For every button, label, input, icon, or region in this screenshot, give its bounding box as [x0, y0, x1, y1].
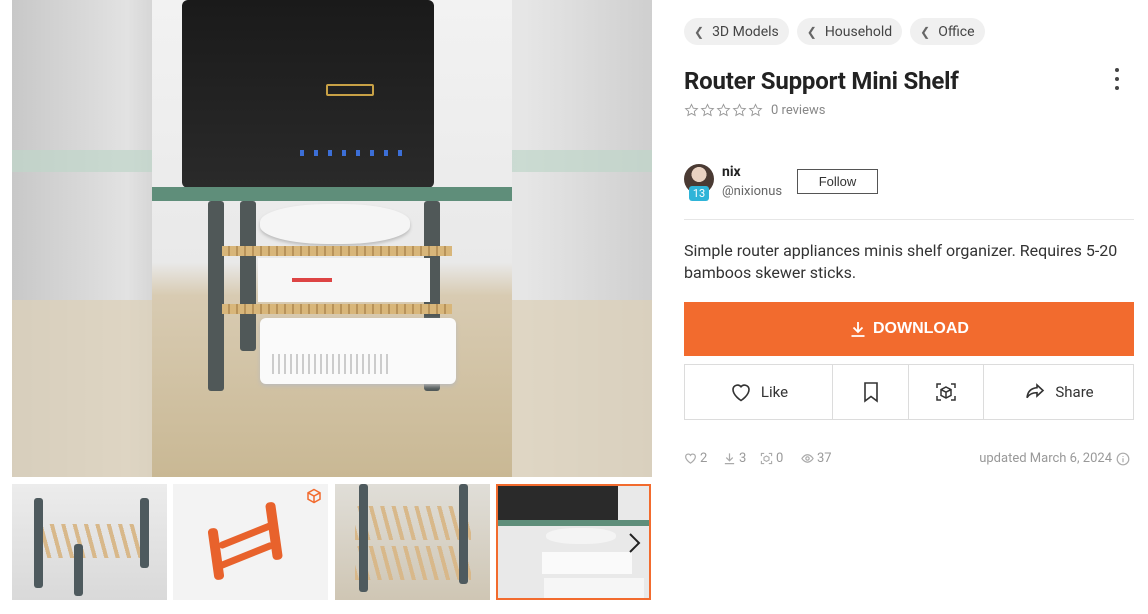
makes-stat: 0	[760, 451, 783, 466]
star-icon	[748, 103, 763, 117]
download-icon	[851, 322, 865, 337]
skewer-sticks	[222, 304, 452, 314]
chevron-left-icon: ❮	[920, 24, 931, 39]
author-handle[interactable]: @nixionus	[722, 184, 782, 199]
author-name[interactable]: nix	[722, 164, 741, 180]
views-stat: 37	[801, 451, 832, 466]
star-icon	[700, 103, 715, 117]
downloads-stat: 3	[723, 451, 746, 466]
device-box	[258, 258, 430, 302]
likes-stat: 2	[684, 451, 707, 466]
thumbnail-strip	[12, 484, 652, 600]
breadcrumb: ❮ 3D Models ❮ Household ❮ Office	[684, 18, 985, 45]
shelf-leg	[240, 201, 256, 351]
thumb-device	[546, 528, 616, 544]
bookmark-button[interactable]	[833, 365, 909, 419]
thumb-part	[207, 527, 225, 581]
heart-icon	[685, 453, 696, 464]
thumb-device	[542, 552, 632, 574]
more-options-icon[interactable]	[1106, 66, 1128, 92]
thumb-part	[265, 501, 283, 561]
thumbnail-3d-preview[interactable]	[173, 484, 328, 600]
thumb-rack	[355, 546, 471, 580]
thumb-pole	[34, 498, 43, 588]
thumb-router	[498, 486, 618, 522]
chevron-left-icon: ❮	[694, 24, 705, 39]
heart-icon	[732, 384, 750, 402]
follow-button[interactable]: Follow	[797, 169, 878, 194]
download-label: DOWNLOAD	[873, 320, 969, 337]
share-label: Share	[1055, 383, 1094, 401]
bookmark-icon	[863, 382, 878, 403]
star-icon	[684, 103, 699, 117]
likes-count: 2	[700, 451, 708, 466]
stats-bar: 2 3 0 37 updated March 6, 2024	[684, 451, 1134, 469]
reviews-count[interactable]: 0 reviews	[771, 103, 825, 118]
product-photo	[152, 0, 512, 477]
ar-cube-icon	[936, 383, 956, 401]
views-count: 37	[817, 451, 832, 466]
thumb-rack	[355, 506, 471, 540]
thumb-pole	[359, 484, 368, 592]
chevron-left-icon: ❮	[806, 24, 817, 39]
chevron-right-icon[interactable]	[627, 532, 641, 554]
router	[182, 0, 434, 188]
ar-cube-icon	[760, 452, 773, 465]
divider	[684, 219, 1134, 220]
action-bar: Like Share	[684, 364, 1134, 420]
glass-shelf	[152, 187, 512, 201]
page-title: Router Support Mini Shelf	[684, 67, 959, 95]
thumbnail[interactable]	[12, 484, 167, 600]
breadcrumb-label: Office	[938, 23, 975, 40]
star-icon	[732, 103, 747, 117]
router-logo	[326, 84, 374, 96]
download-icon	[724, 453, 735, 465]
downloads-count: 3	[739, 451, 747, 466]
author-block: 13 nix @nixionus Follow	[684, 164, 1134, 202]
makes-count: 0	[776, 451, 784, 466]
view-3d-button[interactable]	[909, 365, 984, 419]
cube-icon	[307, 488, 321, 504]
rating[interactable]: 0 reviews	[684, 103, 825, 118]
shelf-leg	[208, 201, 224, 391]
info-icon[interactable]	[1116, 452, 1130, 466]
device-box	[260, 318, 456, 384]
thumb-device	[544, 578, 644, 598]
level-badge: 13	[689, 186, 709, 201]
download-button[interactable]: DOWNLOAD	[684, 302, 1134, 356]
model-description: Simple router appliances minis shelf org…	[684, 241, 1118, 282]
round-device	[260, 204, 410, 244]
thumb-glass	[498, 520, 649, 526]
eye-icon	[801, 454, 814, 463]
like-label: Like	[760, 383, 789, 401]
share-icon	[1026, 383, 1045, 399]
thumbnail-selected[interactable]	[496, 484, 651, 600]
star-rating	[684, 103, 763, 118]
like-button[interactable]: Like	[685, 365, 833, 419]
star-icon	[716, 103, 731, 117]
thumb-rack	[36, 524, 146, 558]
share-button[interactable]: Share	[984, 365, 1133, 419]
breadcrumb-3d-models[interactable]: ❮ 3D Models	[684, 18, 789, 45]
thumb-pole	[459, 484, 468, 584]
main-image[interactable]	[12, 0, 652, 477]
breadcrumb-label: 3D Models	[712, 23, 779, 40]
breadcrumb-office[interactable]: ❮ Office	[910, 18, 985, 45]
breadcrumb-label: Household	[824, 23, 893, 40]
router-leds	[300, 150, 408, 156]
updated-date: updated March 6, 2024	[979, 451, 1112, 466]
thumbnail[interactable]	[335, 484, 490, 600]
thumb-pole	[140, 498, 149, 568]
thumb-pole	[74, 544, 83, 596]
skewer-sticks	[222, 246, 452, 256]
breadcrumb-household[interactable]: ❮ Household	[796, 18, 903, 45]
